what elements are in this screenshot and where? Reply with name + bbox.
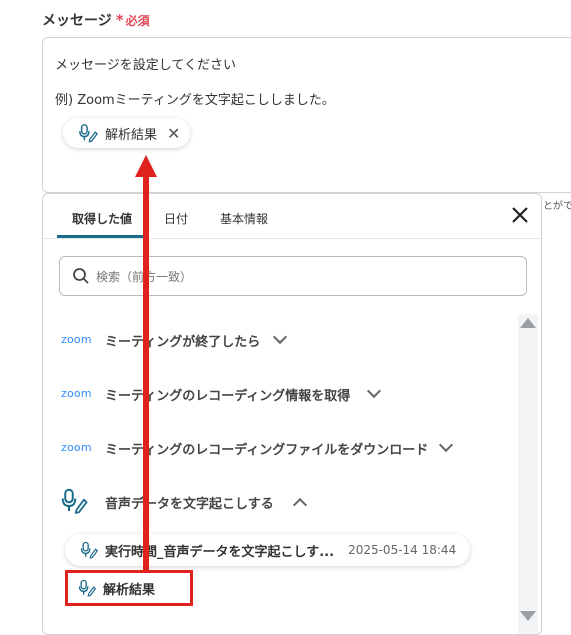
scrollbar-track[interactable]: [518, 314, 538, 634]
scroll-up-arrow[interactable]: [520, 318, 536, 328]
truncated-side-text: とがで: [543, 201, 571, 212]
required-text: 必須: [125, 14, 150, 28]
message-placeholder-line1: メッセージを設定してください: [55, 58, 236, 73]
field-label-text: メッセージ: [42, 13, 112, 29]
close-icon[interactable]: [509, 204, 531, 226]
chevron-up-icon: [292, 497, 308, 513]
tab-retrieved-values[interactable]: 取得した値: [72, 210, 132, 227]
microphone-pen-icon: [79, 124, 98, 143]
message-field-label: メッセージ * 必須: [42, 10, 150, 30]
section-title: 音声データを文字起こしする: [105, 497, 274, 512]
annotation-arrow-head: [135, 155, 157, 177]
section-transcribe-audio[interactable]: 音声データを文字起こしする: [43, 486, 513, 518]
variable-picker-panel: 取得した値 日付 基本情報 検索（前方一致） zoom ミーティングが終了したら…: [42, 193, 542, 635]
search-input[interactable]: 検索（前方一致）: [59, 256, 527, 296]
scroll-down-arrow[interactable]: [520, 611, 536, 621]
message-placeholder-line2: 例) Zoomミーティングを文字起こししました。: [55, 93, 335, 108]
tab-bar: 取得した値 日付 基本情報: [43, 194, 541, 239]
section-title: ミーティングが終了したら: [105, 335, 261, 350]
zoom-logo-icon: zoom: [61, 441, 92, 454]
result-row-execution-time[interactable]: 実行時間_音声データを文字起こしす... 2025-05-14 18:44: [65, 534, 471, 566]
chevron-down-icon: [272, 329, 288, 345]
message-textarea[interactable]: メッセージを設定してください 例) Zoomミーティングを文字起こししました。 …: [42, 37, 571, 193]
section-title: ミーティングのレコーディングファイルをダウンロード: [105, 443, 429, 458]
section-recording-download[interactable]: zoom ミーティングのレコーディングファイルをダウンロード: [43, 432, 513, 464]
zoom-logo-icon: zoom: [61, 387, 92, 400]
required-star: *: [115, 11, 124, 29]
result-label: 実行時間_音声データを文字起こしす...: [105, 544, 335, 560]
microphone-pen-icon: [61, 488, 88, 514]
variable-chip[interactable]: 解析結果 ✕: [63, 118, 191, 148]
tab-date[interactable]: 日付: [164, 210, 188, 227]
result-timestamp: 2025-05-14 18:44: [348, 543, 457, 557]
tab-basic-info[interactable]: 基本情報: [220, 210, 268, 227]
chevron-down-icon: [438, 437, 454, 453]
active-tab-indicator: [57, 235, 143, 238]
section-meeting-ended[interactable]: zoom ミーティングが終了したら: [43, 324, 513, 356]
microphone-pen-icon: [80, 541, 99, 559]
annotation-highlight-box: [65, 570, 193, 606]
chevron-down-icon: [366, 383, 382, 399]
section-recording-info[interactable]: zoom ミーティングのレコーディング情報を取得: [43, 378, 513, 410]
annotation-arrow-shaft: [143, 172, 149, 570]
variable-chip-label: 解析結果: [105, 127, 158, 143]
section-title: ミーティングのレコーディング情報を取得: [105, 389, 351, 404]
close-icon[interactable]: ✕: [167, 124, 180, 143]
zoom-logo-icon: zoom: [61, 333, 92, 346]
search-icon: [73, 268, 89, 284]
